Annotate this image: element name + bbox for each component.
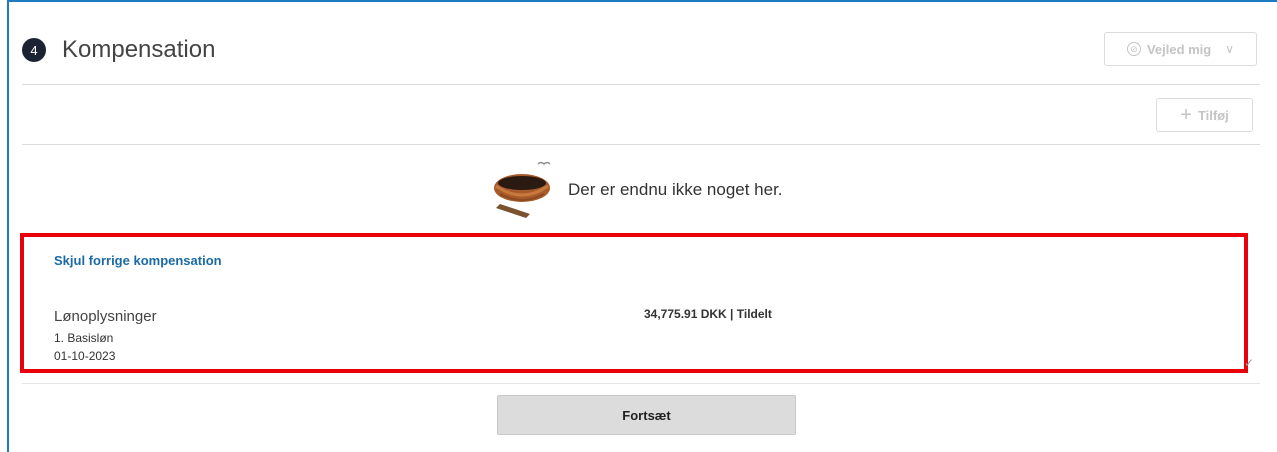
hide-previous-compensation-link[interactable]: Skjul forrige kompensation xyxy=(54,253,222,268)
section-header: 4 Kompensation xyxy=(22,32,215,68)
record-title: Lønoplysninger xyxy=(54,308,157,325)
divider xyxy=(22,144,1260,145)
guide-me-label: Vejled mig xyxy=(1146,41,1212,57)
record-subtitle: 1. Basisløn xyxy=(54,331,114,345)
plus-icon: + xyxy=(1180,104,1192,126)
previous-compensation-section: Skjul forrige kompensation Lønoplysninge… xyxy=(20,233,1248,373)
add-button[interactable]: + Tilføj xyxy=(1156,98,1253,132)
divider xyxy=(22,84,1260,85)
empty-state: Der er endnu ikke noget her. xyxy=(486,156,783,224)
continue-button[interactable]: Fortsæt xyxy=(497,395,796,435)
chevron-down-icon: ∨ xyxy=(1225,42,1235,56)
empty-state-message: Der er endnu ikke noget her. xyxy=(568,180,783,199)
compass-icon: ⊘ xyxy=(1126,42,1141,56)
guide-me-button[interactable]: ⊘ Vejled mig ∨ xyxy=(1104,32,1257,66)
checkmark-icon: ✓ xyxy=(1244,356,1255,370)
record-date: 01-10-2023 xyxy=(54,349,116,363)
page-title: Kompensation xyxy=(62,36,216,63)
empty-nest-icon xyxy=(494,161,551,218)
record-amount: 34,775.91 DKK | Tildelt xyxy=(644,307,772,321)
divider xyxy=(22,383,1260,384)
add-label: Tilføj xyxy=(1197,107,1229,123)
step-number-badge: 4 xyxy=(22,38,46,62)
